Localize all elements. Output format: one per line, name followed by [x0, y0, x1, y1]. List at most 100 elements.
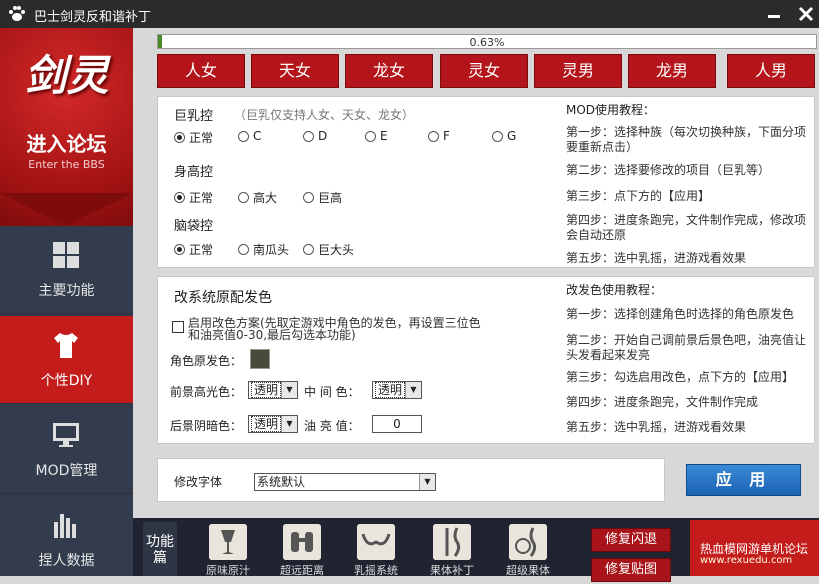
bust-option-g[interactable]: G [492, 129, 516, 143]
mod-tutorial-title: MOD使用教程： [566, 103, 656, 117]
oil-value-input[interactable]: 0 [372, 415, 422, 433]
head-option-pumpkin[interactable]: 南瓜头 [238, 241, 289, 258]
radio-dot [303, 244, 314, 255]
radio-dot [174, 192, 185, 203]
sidebar-item-main[interactable]: 主要功能 [0, 226, 133, 314]
race-button-dragon-male[interactable]: 龙男 [628, 54, 716, 88]
foreground-color-label: 前景高光色： [170, 385, 243, 399]
watermark-url: www.rexuedu.com [700, 555, 793, 566]
height-title: 身高控 [174, 165, 214, 180]
radio-dot [238, 244, 249, 255]
hair-tutorial-step: 第三步：勾选启用改色，点下方的【应用】 [566, 370, 795, 384]
height-option-giant[interactable]: 巨高 [303, 189, 342, 206]
bust-option-d[interactable]: D [303, 129, 327, 143]
forum-label: 进入论坛 [26, 132, 107, 156]
enable-recolor-checkbox[interactable] [172, 321, 184, 333]
background-color-select[interactable]: 透明 ▼ [248, 415, 298, 433]
mod-tutorial-step: 第一步：选择种族（每次切换种族，下面分项要重新点击） [566, 125, 807, 154]
minimize-icon[interactable] [762, 2, 786, 26]
radio-dot [303, 192, 314, 203]
bust-hint: （巨乳仅支持人女、天女、龙女） [234, 108, 415, 122]
tool-super-nude-button[interactable]: 超级果体 [491, 524, 565, 577]
head-option-huge[interactable]: 巨大头 [303, 241, 354, 258]
grid-icon [53, 242, 79, 268]
mod-tutorial-step: 第五步：选中乳摇，进游戏看效果 [566, 251, 747, 265]
logo-arrow [0, 193, 133, 226]
font-label: 修改字体 [174, 475, 223, 489]
close-icon[interactable] [794, 2, 818, 26]
body-icon [433, 524, 471, 560]
monitor-icon [53, 423, 79, 447]
radio-dot [174, 244, 185, 255]
mod-tutorial-step: 第四步：进度条跑完，文件制作完成，修改项会自动还原 [566, 213, 807, 242]
hair-tutorial-step: 第四步：进度条跑完，文件制作完成 [566, 395, 759, 409]
tool-nude-patch-button[interactable]: 果体补丁 [415, 524, 489, 577]
apply-button[interactable]: 应 用 [686, 464, 801, 496]
wine-glass-icon [209, 524, 247, 560]
head-option-normal[interactable]: 正常 [174, 241, 213, 258]
radio-dot [365, 130, 376, 142]
chevron-down-icon: ▼ [419, 474, 435, 490]
enable-recolor-label: 启用改色方案(先取定游戏中角色的发色，再设置三位色和油亮值0-30,最后勾选本功… [188, 316, 481, 342]
progress-bar: 0.63% [157, 34, 817, 49]
race-button-ling-female[interactable]: 灵女 [440, 54, 528, 88]
race-button-ling-male[interactable]: 灵男 [534, 54, 622, 88]
mod-tutorial-step: 第二步：选择要修改的项目（巨乳等） [566, 163, 771, 177]
sidebar-item-label: 主要功能 [38, 283, 95, 299]
hair-tutorial-step: 第一步：选择创建角色时选择的角色原发色 [566, 307, 795, 321]
hair-color-panel: 改系统原配发色 启用改色方案(先取定游戏中角色的发色，再设置三位色和油亮值0-3… [157, 276, 815, 444]
window-title: 巴士剑灵反和谐补丁 [34, 10, 152, 25]
font-select[interactable]: 系统默认 ▼ [254, 473, 436, 491]
function-section-label: 功能篇 [143, 522, 177, 576]
progress-text: 0.63% [469, 36, 505, 49]
sidebar-item-label: 捏人数据 [38, 553, 95, 569]
radio-dot [492, 130, 503, 142]
watermark: 热血模网游单机论坛 www.rexuedu.com [690, 520, 819, 576]
radio-dot [428, 130, 439, 142]
font-panel: 修改字体 系统默认 ▼ [157, 458, 665, 502]
sidebar-item-mod[interactable]: MOD管理 [0, 406, 133, 494]
radio-dot [303, 130, 314, 142]
hair-tutorial-step: 第五步：选中乳摇，进游戏看效果 [566, 420, 747, 434]
tool-original-button[interactable]: 原味原汁 [191, 524, 265, 577]
orig-color-label: 角色原发色： [170, 354, 243, 368]
repair-texture-button[interactable]: 修复贴图 [591, 558, 671, 582]
height-option-normal[interactable]: 正常 [174, 189, 213, 206]
head-title: 脑袋控 [174, 219, 214, 234]
background-color-label: 后景阴暗色： [170, 419, 243, 433]
race-button-gon-female[interactable]: 天女 [251, 54, 339, 88]
chevron-down-icon: ▼ [405, 382, 421, 398]
bust-option-normal[interactable]: 正常 [174, 129, 213, 146]
chevron-down-icon: ▼ [281, 416, 297, 432]
bust-option-f[interactable]: F [428, 129, 450, 143]
sidebar-item-diy[interactable]: 个性DIY [0, 316, 133, 404]
forum-logo[interactable]: 剑灵 进入论坛 Enter the BBS [0, 28, 133, 226]
title-bar: 巴士剑灵反和谐补丁 [0, 0, 819, 28]
hair-tutorial-title: 改发色使用教程： [566, 283, 663, 297]
sidebar-item-label: MOD管理 [35, 463, 98, 479]
race-button-lyn-female[interactable]: 龙女 [345, 54, 433, 88]
hair-panel-title: 改系统原配发色 [174, 290, 272, 306]
paw-icon [9, 6, 25, 21]
chevron-down-icon: ▼ [281, 382, 297, 398]
sidebar: 剑灵 进入论坛 Enter the BBS 主要功能 个性DIY MOD管理 捏… [0, 28, 133, 576]
sidebar-item-face-data[interactable]: 捏人数据 [0, 496, 133, 584]
height-option-tall[interactable]: 高大 [238, 189, 277, 206]
race-button-human-female[interactable]: 人女 [157, 54, 245, 88]
tool-physics-button[interactable]: 乳摇系统 [339, 524, 413, 577]
bust-option-e[interactable]: E [365, 129, 388, 143]
race-button-human-male[interactable]: 人男 [727, 54, 815, 88]
binoculars-icon [283, 524, 321, 560]
foreground-color-select[interactable]: 透明 ▼ [248, 381, 298, 399]
orig-color-swatch[interactable] [250, 349, 270, 369]
sidebar-item-label: 个性DIY [40, 373, 93, 389]
mid-color-select[interactable]: 透明 ▼ [372, 381, 422, 399]
bust-option-c[interactable]: C [238, 129, 261, 143]
tool-far-view-button[interactable]: 超远距离 [265, 524, 339, 577]
logo-brand: 剑灵 [24, 51, 109, 100]
hair-tutorial-step: 第二步：开始自己调前景后景色吧，油亮值让头发看起来发亮 [566, 333, 807, 362]
repair-crash-button[interactable]: 修复闪退 [591, 528, 671, 552]
radio-dot [174, 132, 185, 143]
mod-tutorial-step: 第三步：点下方的【应用】 [566, 189, 711, 203]
bar-chart-icon [54, 514, 76, 538]
